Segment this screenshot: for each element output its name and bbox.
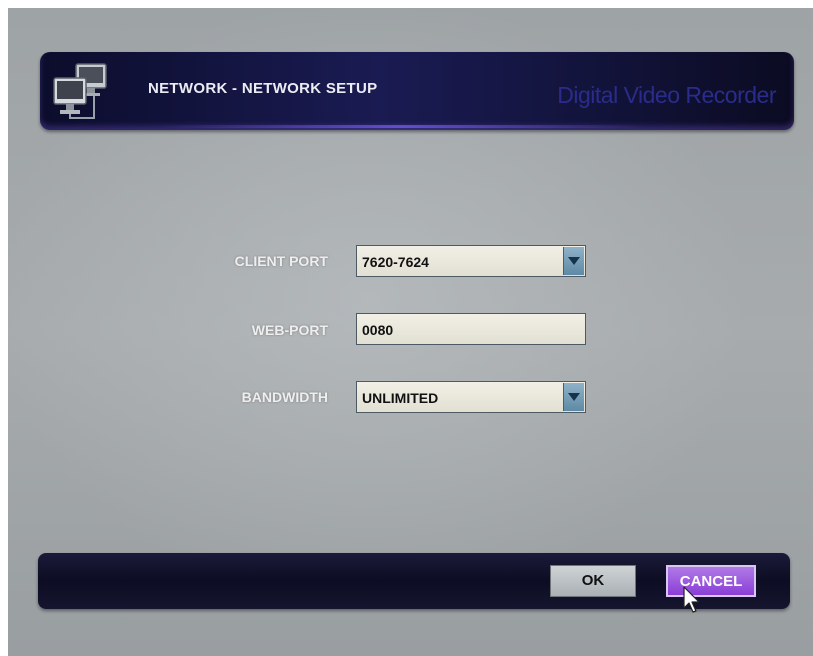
web-port-value: 0080 [362,322,394,338]
button-bar: OK CANCEL [38,553,790,609]
bandwidth-label: BANDWIDTH [241,389,328,405]
dropdown-arrow-icon [568,257,580,265]
ok-button[interactable]: OK [550,565,636,597]
client-port-dropdown[interactable]: 7620-7624 [356,245,586,277]
mouse-cursor-icon [683,586,700,613]
page-title: NETWORK - NETWORK SETUP [148,80,378,97]
bandwidth-dropdown[interactable]: UNLIMITED [356,381,586,413]
title-bar: NETWORK - NETWORK SETUP Digital Video Re… [40,52,794,130]
screen: NETWORK - NETWORK SETUP Digital Video Re… [8,8,813,656]
dropdown-arrow-icon [568,393,580,401]
client-port-value: 7620-7624 [362,254,429,270]
cancel-button[interactable]: CANCEL [666,565,756,597]
client-port-dropdown-button[interactable] [563,247,584,275]
web-port-input[interactable]: 0080 [356,313,586,345]
brand-label: Digital Video Recorder [557,82,776,108]
web-port-label: WEB-PORT [251,322,328,338]
client-port-label: CLIENT PORT [234,253,328,269]
bandwidth-value: UNLIMITED [362,390,439,406]
bandwidth-dropdown-button[interactable] [563,383,584,411]
network-computers-icon [53,63,107,119]
